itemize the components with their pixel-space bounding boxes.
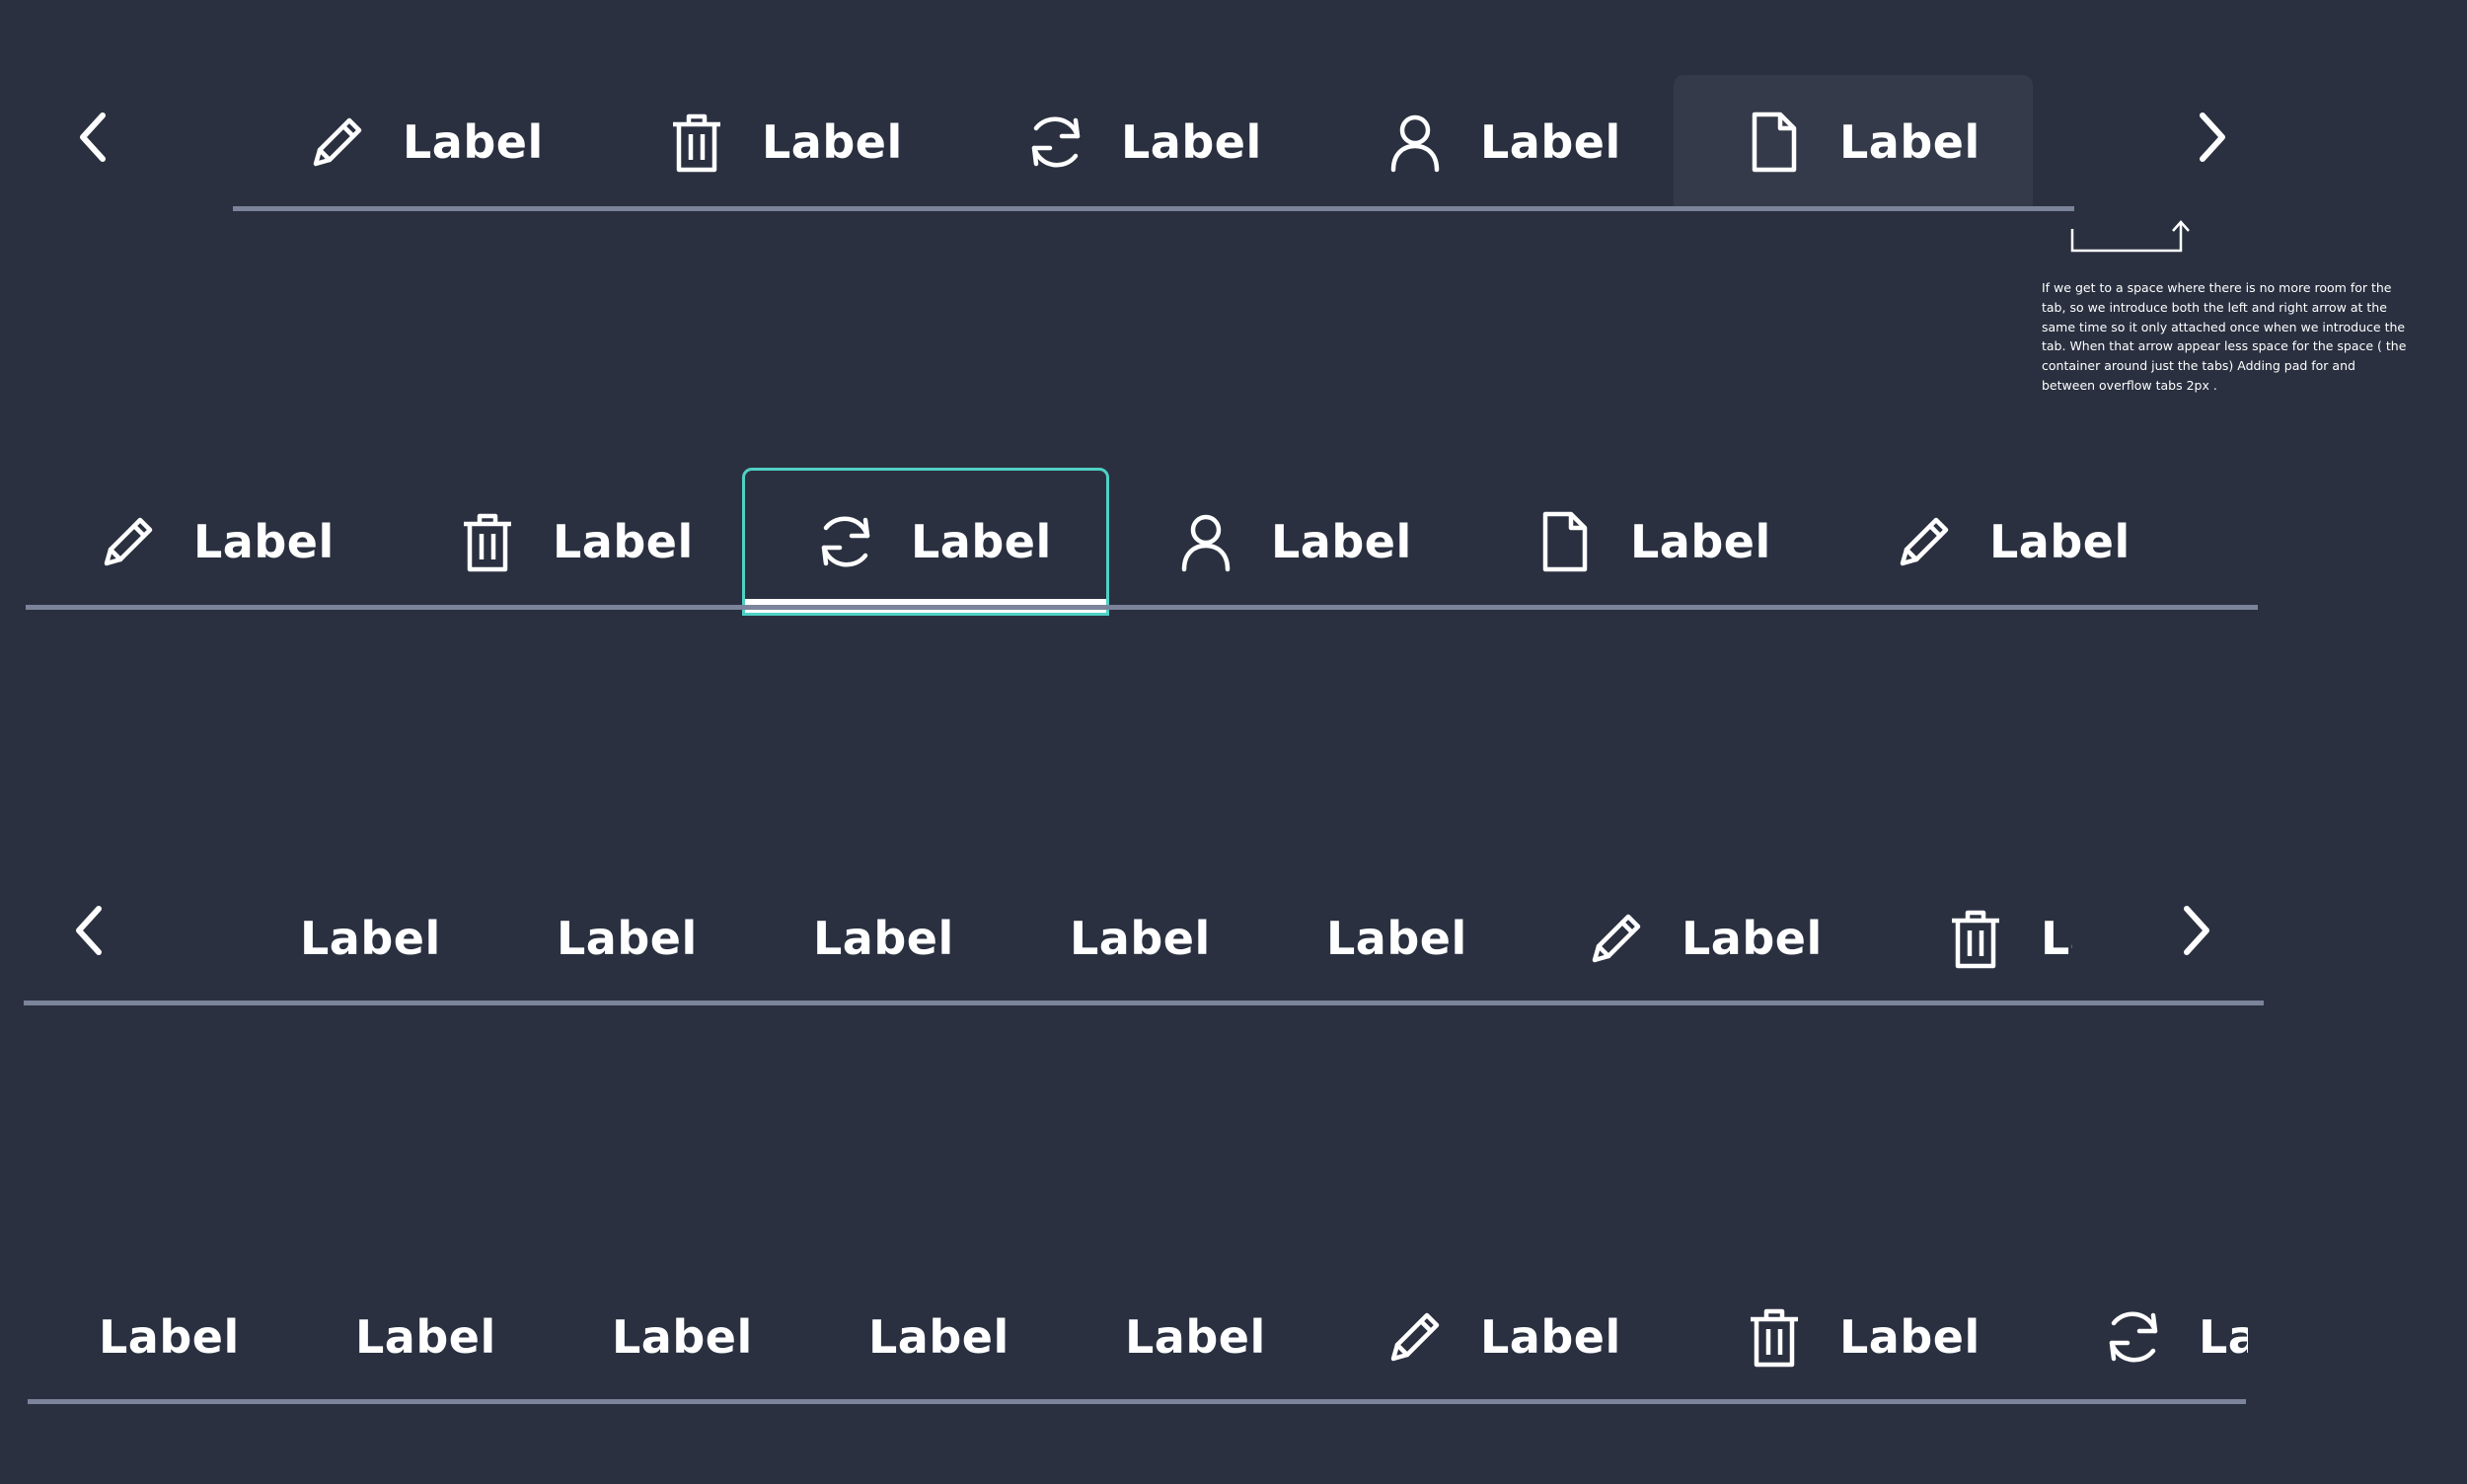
pencil-icon (1380, 1301, 1451, 1373)
tab-label: Label (762, 115, 903, 169)
tab-text-only[interactable]: Label (1125, 1263, 1322, 1411)
tab-label: Label (1480, 115, 1621, 169)
refresh-icon (2098, 1301, 2169, 1373)
tab-label: Label (1271, 515, 1412, 568)
tab-text-only[interactable]: Label (300, 864, 497, 1012)
tab-text-only[interactable]: Label (99, 1263, 296, 1411)
tab-bar-divider (26, 605, 2258, 610)
tab-label: Label (1839, 1310, 1981, 1364)
tab-label: Label (911, 515, 1052, 568)
tab-label: Label (868, 1310, 1009, 1364)
tab-label: Label (553, 515, 694, 568)
tab-text-only[interactable]: Label (1326, 864, 1524, 1012)
annotation-note: If we get to a space where there is no m… (2042, 280, 2407, 393)
scroll-right-arrow[interactable] (2183, 103, 2242, 172)
tab-label: Label (1839, 115, 1981, 169)
scroll-right-arrow[interactable] (2167, 896, 2226, 965)
pencil-icon (1889, 506, 1960, 577)
tab-text-only[interactable]: Label (355, 1263, 553, 1411)
tab-edit[interactable]: Label (1380, 1263, 1636, 1411)
tab-label: Label (612, 1310, 753, 1364)
tab-file[interactable]: Label (1530, 468, 1786, 616)
trash-icon (452, 506, 523, 577)
tab-label: Label (2199, 1310, 2248, 1364)
tab-refresh-truncated[interactable]: Label (2098, 1263, 2248, 1411)
tab-delete-partial[interactable]: Label (1940, 864, 2072, 1012)
user-icon (1170, 506, 1241, 577)
tab-text-only[interactable]: Label (612, 1263, 809, 1411)
tab-file-selected[interactable]: Label (1674, 75, 2033, 209)
tab-label: Label (193, 515, 335, 568)
tab-label: Label (1682, 912, 1823, 965)
tab-delete[interactable]: Label (1739, 1263, 1995, 1411)
tab-text-only[interactable]: Label (868, 1263, 1066, 1411)
tab-delete[interactable]: Label (661, 75, 918, 209)
tab-label: Label (557, 912, 698, 965)
tab-user[interactable]: Label (1170, 468, 1427, 616)
scroll-left-arrow[interactable] (63, 103, 122, 172)
tab-edit[interactable]: Label (302, 75, 543, 209)
tab-text-only[interactable]: Label (557, 864, 754, 1012)
file-icon (1739, 107, 1810, 178)
tab-label: Label (1480, 1310, 1621, 1364)
tab-bar-divider (233, 206, 2074, 211)
trash-icon (661, 107, 732, 178)
refresh-icon (810, 506, 881, 577)
pencil-icon (1581, 903, 1652, 974)
trash-icon (1940, 903, 2011, 974)
tab-text-only[interactable]: Label (813, 864, 1010, 1012)
tab-label: Label (1121, 115, 1262, 169)
tab-bar-truncated: Label Label Label Label Label Label Labe… (97, 1263, 2248, 1411)
tab-label: Label (355, 1310, 496, 1364)
tab-label: Label (99, 1310, 240, 1364)
refresh-icon (1020, 107, 1091, 178)
tab-refresh[interactable]: Label (1020, 75, 1277, 209)
tab-label: Label (403, 115, 544, 169)
pencil-icon (302, 107, 373, 178)
tab-label: Label (813, 912, 954, 965)
tab-label: Label (1630, 515, 1771, 568)
tab-label: Label (1070, 912, 1211, 965)
tab-text-only[interactable]: Label (1070, 864, 1267, 1012)
tab-edit[interactable]: Label (1889, 468, 2145, 616)
tab-label: Label (1125, 1310, 1266, 1364)
scroll-left-arrow[interactable] (59, 896, 118, 965)
trash-icon (1739, 1301, 1810, 1373)
tab-edit[interactable]: Label (93, 468, 349, 616)
tab-bar-overflow-arrows: Label Label Label Label Label (233, 75, 2074, 209)
tab-bar-focus-state: Label Label Label Label Label Label (26, 468, 2258, 616)
tab-delete[interactable]: Label (452, 468, 709, 616)
user-icon (1380, 107, 1451, 178)
tab-label: Label (300, 912, 441, 965)
tab-refresh-focused[interactable]: Label (742, 468, 1109, 616)
tab-label: Label (1989, 515, 2131, 568)
tab-user[interactable]: Label (1380, 75, 1636, 209)
tab-bar-divider (24, 1001, 2264, 1005)
file-icon (1530, 506, 1601, 577)
tab-bar-overflow-text: Label Label Label Label Label Label Labe… (296, 864, 2072, 1012)
tab-label: Label (2041, 912, 2072, 965)
pencil-icon (93, 506, 164, 577)
annotation-pointer (2070, 220, 2190, 253)
tab-edit[interactable]: Label (1581, 864, 1837, 1012)
tab-bar-divider (28, 1399, 2246, 1404)
tab-label: Label (1326, 912, 1467, 965)
